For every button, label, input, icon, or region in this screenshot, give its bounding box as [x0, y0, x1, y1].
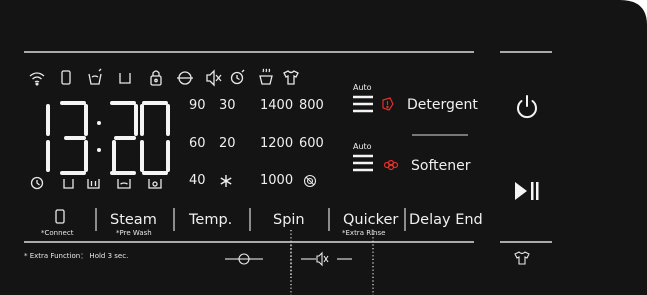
- softener-label: Softener: [411, 158, 471, 174]
- temp-60: 60: [189, 136, 206, 151]
- detergent-label: Detergent: [407, 97, 478, 113]
- temp-20: 20: [219, 136, 236, 151]
- extra-function-note: * Extra Function： Hold 3 sec.: [24, 252, 129, 260]
- spin-label: Spin: [273, 212, 305, 228]
- spin-1000: 1000: [260, 173, 294, 188]
- quicker-label: Quicker: [343, 212, 399, 228]
- detergent-auto-label: Auto: [353, 83, 372, 92]
- spin-1400: 1400: [260, 98, 294, 113]
- steam-label: Steam: [110, 212, 157, 228]
- spin-800: 800: [299, 98, 324, 113]
- spin-600: 600: [299, 136, 324, 151]
- temp-label: Temp.: [189, 212, 233, 228]
- power-button[interactable]: [507, 86, 547, 126]
- start-pause-button[interactable]: [505, 173, 549, 209]
- delay-end-label: Delay End: [409, 212, 483, 228]
- temp-90: 90: [189, 98, 206, 113]
- connect-sub-label: *Connect: [41, 229, 74, 237]
- spin-1200: 1200: [260, 136, 294, 151]
- temp-40: 40: [189, 173, 206, 188]
- quicker-sub-label: *Extra Rinse: [342, 229, 386, 237]
- softener-auto-label: Auto: [353, 142, 372, 151]
- temp-30: 30: [219, 98, 236, 113]
- steam-sub-label: *Pre Wash: [116, 229, 152, 237]
